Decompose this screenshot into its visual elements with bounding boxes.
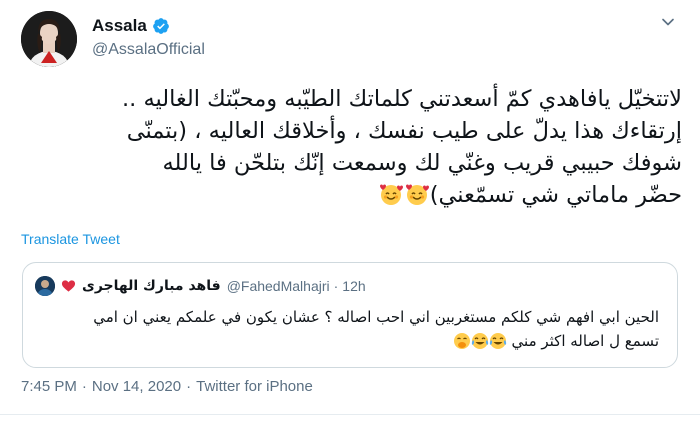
quoted-author-name: فاهد مبارك الهاجرى	[82, 278, 221, 294]
author-display-name[interactable]: Assala	[92, 16, 147, 36]
translate-tweet-link[interactable]: Translate Tweet	[21, 231, 120, 247]
face-with-hand-over-mouth-icon	[453, 332, 471, 357]
face-with-tears-of-joy-icon	[471, 332, 489, 357]
tweet-time[interactable]: 7:45 PM	[21, 378, 77, 395]
separator-dot: ·	[186, 378, 192, 395]
tweet-text-line: شوفك حبيبي قريب وغنّي لك وسمعت إنّك بتلح…	[162, 150, 682, 176]
verified-badge-icon	[152, 18, 169, 34]
author-avatar[interactable]	[21, 11, 77, 67]
tweet-metadata: 7:45 PM · Nov 14, 2020 · Twitter for iPh…	[21, 378, 313, 395]
divider	[0, 414, 700, 415]
tweet-text-line: إرتقاءك هذا يدلّ على طيب نفسك ، وأخلاقك …	[126, 118, 682, 144]
tweet-text-line-last: حضّر ماماتي شي تسمّعني)	[24, 179, 682, 215]
tweet-card: Assala @AssalaOfficial لاتتخيّل يافاهدي …	[0, 0, 700, 421]
quoted-text-line: تسمع ل اصاله اكثر مني	[511, 332, 659, 350]
tweet-source[interactable]: Twitter for iPhone	[196, 378, 313, 395]
tweet-text-line: لاتتخيّل يافاهدي كمّ أسعدتني كلماتك الطي…	[122, 86, 682, 112]
quoted-text-line-last: تسمع ل اصاله اكثر مني	[35, 329, 659, 357]
smiling-face-with-hearts-icon	[404, 182, 430, 215]
quoted-tweet[interactable]: فاهد مبارك الهاجرى @FahedMalhajri · 12h …	[22, 262, 678, 368]
author-handle[interactable]: @AssalaOfficial	[92, 41, 205, 59]
red-heart-icon	[61, 280, 76, 292]
quoted-tweet-header: فاهد مبارك الهاجرى @FahedMalhajri · 12h	[35, 275, 659, 297]
tweet-text: لاتتخيّل يافاهدي كمّ أسعدتني كلماتك الطي…	[24, 83, 682, 215]
quoted-tweet-time: 12h	[342, 278, 366, 294]
smiling-face-with-hearts-icon	[378, 182, 404, 215]
separator-dot: ·	[81, 378, 87, 395]
face-with-tears-of-joy-icon	[489, 332, 507, 357]
separator-dot: ·	[333, 278, 339, 294]
quoted-author-handle: @FahedMalhajri	[226, 278, 330, 294]
quoted-author-avatar	[35, 276, 55, 296]
chevron-down-icon[interactable]	[658, 12, 678, 32]
author-block: Assala @AssalaOfficial	[92, 14, 205, 59]
quoted-text-line: الحين ابي افهم شي كلكم مستغربين اني احب …	[93, 308, 659, 326]
quoted-tweet-text: الحين ابي افهم شي كلكم مستغربين اني احب …	[35, 305, 659, 357]
tweet-date[interactable]: Nov 14, 2020	[92, 378, 181, 395]
tweet-text-line: حضّر ماماتي شي تسمّعني)	[429, 182, 682, 208]
